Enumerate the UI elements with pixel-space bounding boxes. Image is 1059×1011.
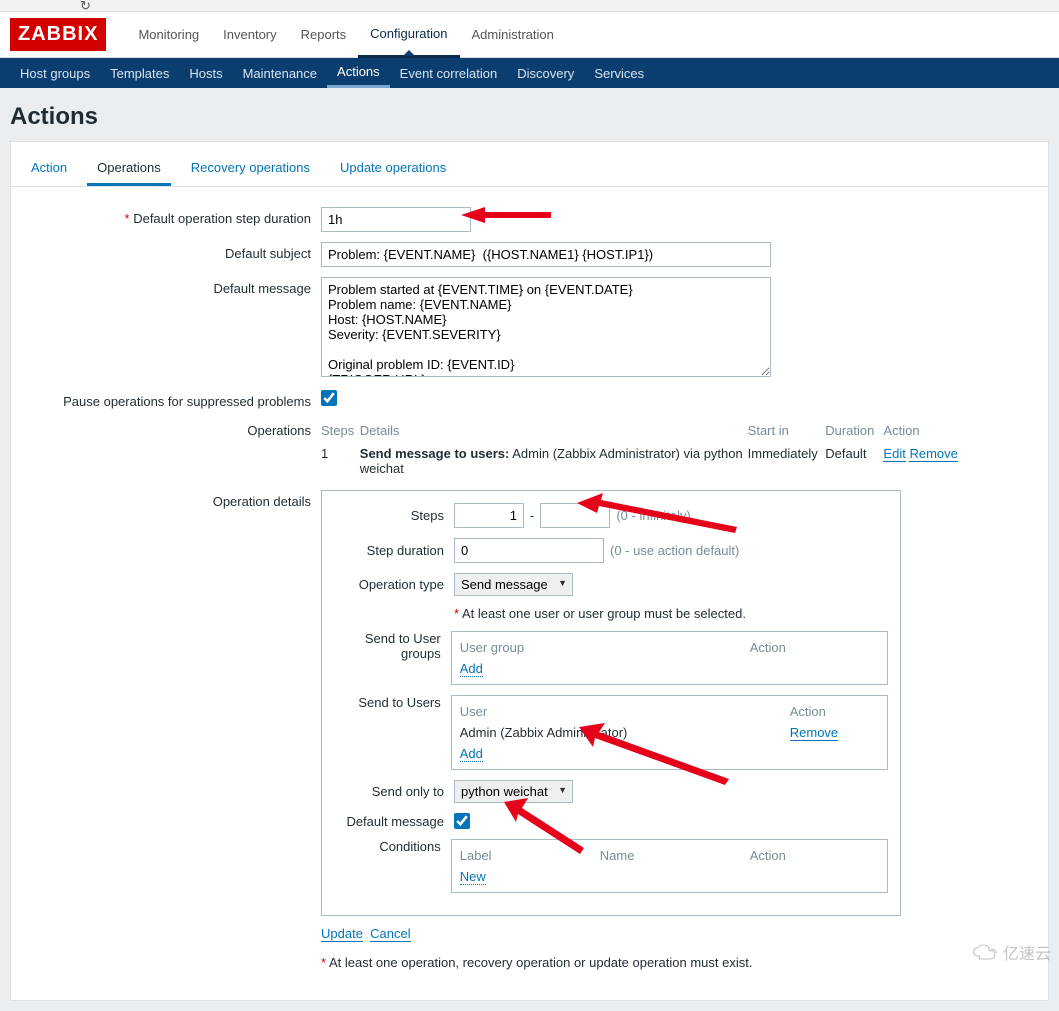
od-dur-input[interactable] xyxy=(454,538,604,563)
od-ugroups-label: Send to User groups xyxy=(334,631,451,661)
od-steps-hint: (0 - infinitely) xyxy=(616,508,690,523)
tab-update[interactable]: Update operations xyxy=(330,152,456,186)
ops-remove-link[interactable]: Remove xyxy=(909,446,957,462)
od-ugroups-table: User group Action Add xyxy=(451,631,888,685)
top-nav: ZABBIX Monitoring Inventory Reports Conf… xyxy=(0,12,1059,58)
subnav-templates[interactable]: Templates xyxy=(100,58,179,88)
od-type-note: * At least one user or user group must b… xyxy=(454,606,746,621)
od-cond-label: Conditions xyxy=(334,839,451,854)
bottom-note: * At least one operation, recovery opera… xyxy=(321,955,901,970)
c-new-link[interactable]: New xyxy=(460,869,486,885)
ops-row-startin: Immediately xyxy=(748,446,826,476)
form-area: * Default operation step duration Defaul… xyxy=(11,187,1048,1000)
c-h1: Label xyxy=(460,848,600,863)
subnav-hosts[interactable]: Hosts xyxy=(179,58,232,88)
page-title: Actions xyxy=(0,88,1059,141)
u-remove-link[interactable]: Remove xyxy=(790,725,838,741)
subject-label: Default subject xyxy=(21,242,321,261)
operation-details-box: Steps - (0 - infinitely) Step duration (… xyxy=(321,490,901,916)
tab-operations[interactable]: Operations xyxy=(87,152,171,186)
annotation-arrow-icon xyxy=(461,203,561,227)
ug-add-link[interactable]: Add xyxy=(460,661,483,677)
pause-label: Pause operations for suppressed problems xyxy=(21,390,321,409)
subnav-maintenance[interactable]: Maintenance xyxy=(233,58,327,88)
u-add-link[interactable]: Add xyxy=(460,746,483,762)
od-sendonly-label: Send only to xyxy=(334,784,454,799)
ug-h1: User group xyxy=(460,640,750,655)
ops-h-duration: Duration xyxy=(825,423,883,438)
message-label: Default message xyxy=(21,277,321,296)
cancel-link[interactable]: Cancel xyxy=(370,926,410,942)
od-dur-hint: (0 - use action default) xyxy=(610,543,739,558)
subject-input[interactable] xyxy=(321,242,771,267)
sub-nav: Host groups Templates Hosts Maintenance … xyxy=(0,58,1059,88)
subnav-discovery[interactable]: Discovery xyxy=(507,58,584,88)
u-name: Admin (Zabbix Administrator) xyxy=(460,725,790,740)
nav-administration[interactable]: Administration xyxy=(460,12,566,58)
od-sendonly-select[interactable]: python weichat xyxy=(454,780,573,803)
od-defmsg-label: Default message xyxy=(334,814,454,829)
u-h1: User xyxy=(460,704,790,719)
step-duration-label: * Default operation step duration xyxy=(21,207,321,226)
watermark-logo: 亿速云 xyxy=(971,940,1051,964)
ops-edit-link[interactable]: Edit xyxy=(883,446,905,462)
operations-label: Operations xyxy=(21,419,321,438)
od-users-label: Send to Users xyxy=(334,695,451,710)
tab-recovery[interactable]: Recovery operations xyxy=(181,152,320,186)
ug-h2: Action xyxy=(750,640,870,655)
u-h2: Action xyxy=(790,704,826,719)
od-dur-label: Step duration xyxy=(334,543,454,558)
c-h3: Action xyxy=(750,848,786,863)
ops-h-details: Details xyxy=(360,423,748,438)
od-users-table: User Action Admin (Zabbix Administrator)… xyxy=(451,695,888,770)
c-h2: Name xyxy=(600,848,750,863)
tabs: Action Operations Recovery operations Up… xyxy=(11,142,1048,187)
subnav-services[interactable]: Services xyxy=(584,58,654,88)
nav-monitoring[interactable]: Monitoring xyxy=(126,12,211,58)
od-defmsg-checkbox[interactable] xyxy=(454,813,470,829)
od-steps-from-input[interactable] xyxy=(454,503,524,528)
ops-h-action: Action xyxy=(883,423,961,438)
ops-h-steps: Steps xyxy=(321,423,360,438)
ops-h-startin: Start in xyxy=(748,423,826,438)
operations-table: Steps Details Start in Duration Action 1… xyxy=(321,419,961,480)
od-cond-table: Label Name Action New xyxy=(451,839,888,893)
update-link[interactable]: Update xyxy=(321,926,363,942)
subnav-hostgroups[interactable]: Host groups xyxy=(10,58,100,88)
opdetail-label: Operation details xyxy=(21,490,321,509)
logo[interactable]: ZABBIX xyxy=(10,18,106,51)
message-textarea[interactable]: Problem started at {EVENT.TIME} on {EVEN… xyxy=(321,277,771,377)
subnav-eventcorrelation[interactable]: Event correlation xyxy=(390,58,508,88)
od-steps-label: Steps xyxy=(334,508,454,523)
cloud-icon xyxy=(971,943,999,961)
od-type-select[interactable]: Send message xyxy=(454,573,573,596)
pause-checkbox[interactable] xyxy=(321,390,337,406)
nav-configuration[interactable]: Configuration xyxy=(358,12,459,58)
subnav-actions[interactable]: Actions xyxy=(327,58,390,88)
ops-row-steps: 1 xyxy=(321,446,360,476)
tab-action[interactable]: Action xyxy=(21,152,77,186)
reload-icon[interactable]: ↻ xyxy=(80,0,94,12)
nav-reports[interactable]: Reports xyxy=(289,12,359,58)
content-panel: Action Operations Recovery operations Up… xyxy=(10,141,1049,1001)
od-type-label: Operation type xyxy=(334,577,454,592)
nav-inventory[interactable]: Inventory xyxy=(211,12,288,58)
ops-row: 1 Send message to users: Admin (Zabbix A… xyxy=(321,442,961,480)
od-steps-to-input[interactable] xyxy=(540,503,610,528)
step-duration-input[interactable] xyxy=(321,207,471,232)
browser-bar: ↻ xyxy=(0,0,1059,12)
ops-row-duration: Default xyxy=(825,446,883,476)
ops-row-details: Send message to users: Admin (Zabbix Adm… xyxy=(360,446,748,476)
